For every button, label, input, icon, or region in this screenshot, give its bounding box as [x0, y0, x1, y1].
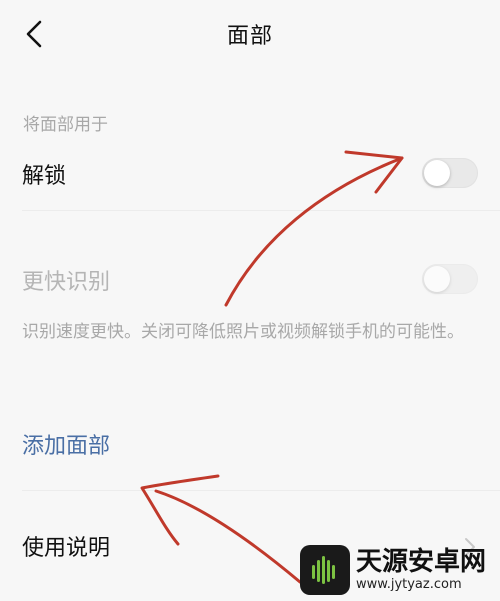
unlock-label: 解锁 [22, 164, 67, 189]
watermark-url: www.jytyaz.com [356, 577, 462, 592]
divider [22, 490, 500, 491]
add-face-link[interactable]: 添加面部 [22, 428, 110, 460]
watermark: 天源安卓网 www.jytyaz.com [300, 540, 500, 600]
unlock-toggle[interactable] [422, 158, 478, 188]
divider [22, 210, 500, 211]
unlock-row: 解锁 [0, 150, 500, 200]
faster-recognition-label: 更快识别 [22, 270, 111, 295]
page-title: 面部 [226, 24, 273, 49]
toggle-knob [424, 266, 450, 292]
instructions-label: 使用说明 [22, 536, 111, 561]
android-logo-icon [300, 545, 350, 595]
header: 面部 [0, 0, 500, 70]
faster-recognition-row: 更快识别 [0, 256, 500, 306]
section-label: 将面部用于 [23, 115, 108, 135]
faster-recognition-toggle[interactable] [422, 264, 478, 294]
toggle-knob [424, 160, 450, 186]
watermark-name: 天源安卓网 [356, 547, 487, 577]
faster-recognition-description: 识别速度更快。关闭可降低照片或视频解锁手机的可能性。 [22, 322, 464, 342]
